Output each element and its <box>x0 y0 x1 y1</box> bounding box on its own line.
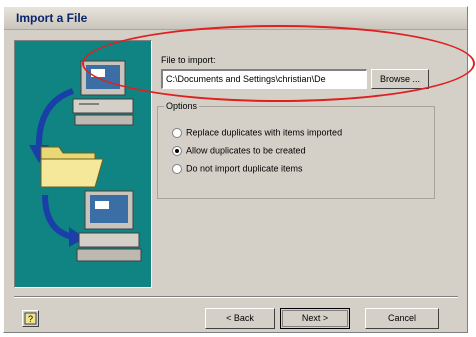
window-title: Import a File <box>16 11 88 25</box>
radio-button[interactable] <box>172 127 182 138</box>
svg-text:?: ? <box>28 314 33 324</box>
radio-button[interactable] <box>172 163 182 174</box>
options-legend: Options <box>164 101 200 111</box>
computer-icon <box>72 60 134 126</box>
back-button[interactable]: < Back <box>205 308 275 329</box>
options-group: Options Replace duplicates with items im… <box>157 101 435 199</box>
wizard-illustration <box>14 40 152 288</box>
option-replace-duplicates[interactable]: Replace duplicates with items imported <box>172 127 342 139</box>
computer-icon <box>76 190 142 262</box>
option-label: Allow duplicates to be created <box>186 145 306 156</box>
cancel-button[interactable]: Cancel <box>365 308 439 329</box>
option-skip-duplicates[interactable]: Do not import duplicate items <box>172 163 303 175</box>
next-button[interactable]: Next > <box>280 308 350 329</box>
help-icon: ? <box>24 312 37 325</box>
help-button[interactable]: ? <box>22 310 39 327</box>
option-allow-duplicates[interactable]: Allow duplicates to be created <box>172 145 306 157</box>
browse-button[interactable]: Browse ... <box>371 69 429 89</box>
file-path-input[interactable]: C:\Documents and Settings\christian\De <box>161 69 367 89</box>
option-label: Do not import duplicate items <box>186 163 303 174</box>
wizard-graphic <box>29 60 142 262</box>
option-label: Replace duplicates with items imported <box>186 127 343 138</box>
footer-separator <box>14 296 458 298</box>
file-to-import-label: File to import: <box>161 55 216 65</box>
title-bar[interactable]: Import a File <box>4 7 467 30</box>
radio-button-selected[interactable] <box>172 145 182 156</box>
folder-icon <box>40 146 104 188</box>
import-dialog: Import a File File to import: C:\Documen… <box>3 6 468 333</box>
